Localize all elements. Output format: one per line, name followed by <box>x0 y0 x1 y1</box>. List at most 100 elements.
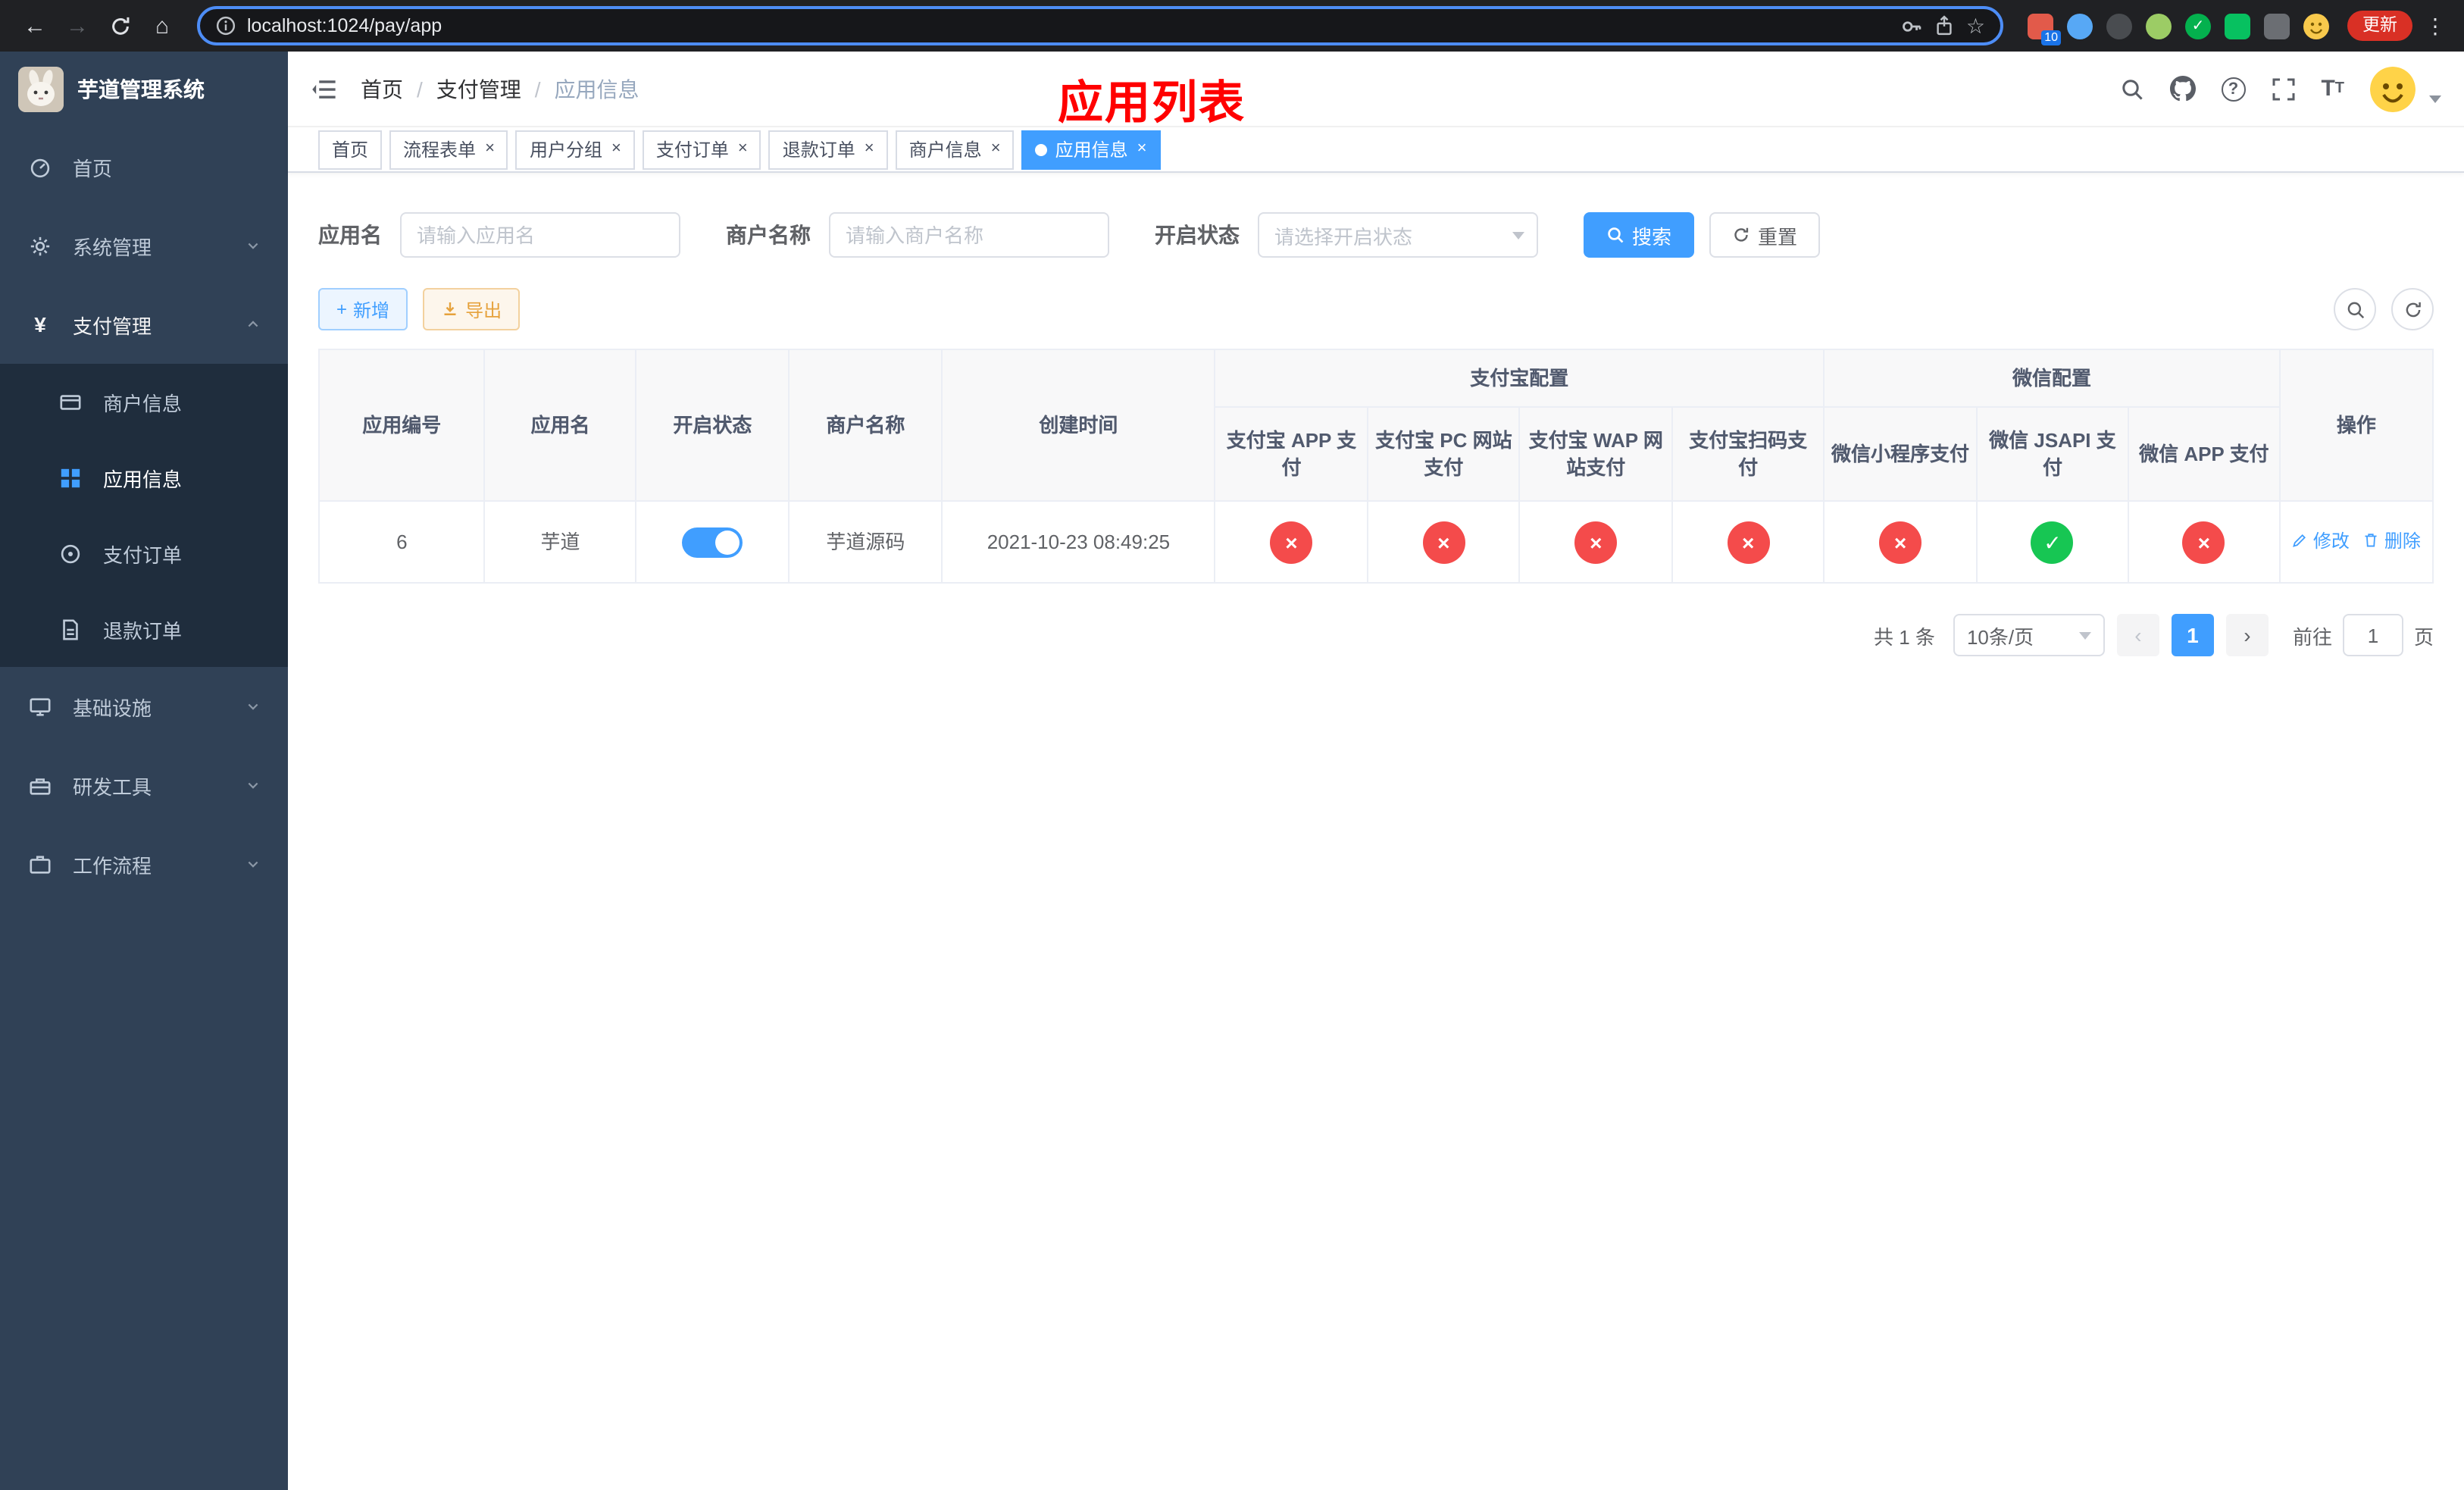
tab-label: 流程表单 <box>403 139 477 161</box>
tab-close-icon[interactable]: × <box>991 140 1001 158</box>
extension-icon[interactable]: 10 <box>2028 13 2061 45</box>
emoji-extension-icon[interactable] <box>2303 13 2329 39</box>
cell-wx-app: × <box>2127 500 2281 584</box>
tab-close-icon[interactable]: × <box>738 140 748 158</box>
password-key-icon[interactable] <box>1901 14 1924 37</box>
sidebar-item-payment-orders[interactable]: 支付订单 <box>0 515 288 591</box>
tab-label: 商户信息 <box>908 139 982 161</box>
sidebar-item-label: 应用信息 <box>103 468 183 490</box>
tab-label: 首页 <box>332 139 369 161</box>
url-text: localhost:1024/pay/app <box>247 15 442 36</box>
share-icon[interactable] <box>1934 15 1956 36</box>
app-name-input[interactable] <box>400 212 680 258</box>
font-size-icon[interactable]: TT <box>2321 76 2344 102</box>
sidebar-item-infrastructure[interactable]: 基础设施 <box>0 667 288 746</box>
pencil-icon <box>2293 534 2306 548</box>
col-wx-mini: 微信小程序支付 <box>1823 406 1978 502</box>
tab-home[interactable]: 首页 <box>318 130 383 169</box>
extension-icon[interactable] <box>2225 13 2250 39</box>
tab-close-icon[interactable]: × <box>485 140 495 158</box>
prev-page-button[interactable]: ‹ <box>2116 614 2159 656</box>
col-merchant: 商户名称 <box>788 349 943 502</box>
tab-merchant-info[interactable]: 商户信息 × <box>895 130 1015 169</box>
page-number-button[interactable]: 1 <box>2171 614 2214 656</box>
avatar-dropdown-caret[interactable] <box>2429 95 2441 102</box>
extension-icon[interactable] <box>2264 13 2290 39</box>
status-toggle[interactable] <box>682 527 743 557</box>
search-button-label: 搜索 <box>1632 225 1672 248</box>
group-alipay-config: 支付宝配置 <box>1214 349 1825 408</box>
github-icon[interactable] <box>2169 76 2196 102</box>
next-page-button[interactable]: › <box>2225 614 2269 656</box>
fullscreen-icon[interactable] <box>2271 77 2295 101</box>
merchant-name-input[interactable] <box>829 212 1109 258</box>
col-alipay-wap: 支付宝 WAP 网站支付 <box>1518 406 1674 502</box>
browser-back-button[interactable]: ← <box>15 6 55 45</box>
cell-status <box>635 500 790 584</box>
address-bar[interactable]: localhost:1024/pay/app ☆ <box>197 6 2003 45</box>
goto-prefix: 前往 <box>2292 625 2332 648</box>
goto-page-input[interactable] <box>2342 614 2403 656</box>
tab-label: 退款订单 <box>782 139 855 161</box>
breadcrumb: 首页 / 支付管理 / 应用信息 <box>361 74 639 104</box>
chrome-update-button[interactable]: 更新 <box>2347 11 2412 41</box>
bookmark-star-icon[interactable]: ☆ <box>1966 13 1985 39</box>
search-icon[interactable] <box>2119 77 2143 101</box>
sidebar-item-payment[interactable]: ¥ 支付管理 <box>0 285 288 364</box>
tab-payment-orders[interactable]: 支付订单 × <box>642 130 761 169</box>
sidebar-item-refund-orders[interactable]: 退款订单 <box>0 591 288 667</box>
refresh-icon <box>2405 301 2420 317</box>
tab-app-info[interactable]: 应用信息 × <box>1021 130 1161 169</box>
browser-home-button[interactable]: ⌂ <box>142 6 182 45</box>
toggle-search-button[interactable] <box>2334 288 2376 330</box>
table-row: 6 芋道 芋道源码 2021-10-23 08:49:25 × × × × × <box>317 500 2434 584</box>
trash-icon <box>2366 534 2378 547</box>
sidebar-item-dev-tools[interactable]: 研发工具 <box>0 746 288 825</box>
breadcrumb-separator: / <box>534 77 541 101</box>
browser-reload-button[interactable] <box>100 6 139 45</box>
export-button-label: 导出 <box>465 299 502 321</box>
download-icon <box>444 302 456 315</box>
sidebar-item-label: 基础设施 <box>73 696 152 719</box>
page-size-select[interactable]: 10条/页 <box>1953 614 2105 656</box>
help-icon[interactable]: ? <box>2221 77 2246 101</box>
extension-icon[interactable] <box>2106 13 2132 39</box>
status-select[interactable]: 请选择开启状态 <box>1258 212 1538 258</box>
add-button[interactable]: + 新增 <box>318 288 408 330</box>
sidebar-item-workflow[interactable]: 工作流程 <box>0 825 288 903</box>
sidebar-item-merchant-info[interactable]: 商户信息 <box>0 364 288 440</box>
chevron-down-icon <box>245 238 261 253</box>
tab-close-icon[interactable]: × <box>611 140 621 158</box>
export-button[interactable]: 导出 <box>423 288 521 330</box>
tab-close-icon[interactable]: × <box>1137 140 1147 158</box>
reset-button[interactable]: 重置 <box>1709 212 1821 258</box>
chevron-down-icon <box>2078 631 2091 639</box>
browser-forward-button[interactable]: → <box>58 6 97 45</box>
delete-link[interactable]: 删除 <box>2363 527 2421 555</box>
search-button[interactable]: 搜索 <box>1584 212 1695 258</box>
col-alipay-pc: 支付宝 PC 网站支付 <box>1367 406 1521 502</box>
extension-icon[interactable]: ✓ <box>2185 13 2211 39</box>
extension-icon[interactable] <box>2067 13 2093 39</box>
document-icon <box>58 618 83 640</box>
breadcrumb-payment[interactable]: 支付管理 <box>436 74 521 104</box>
tab-close-icon[interactable]: × <box>865 140 874 158</box>
sidebar-item-home[interactable]: 首页 <box>0 127 288 206</box>
tab-refund-orders[interactable]: 退款订单 × <box>768 130 888 169</box>
gear-icon <box>27 234 53 257</box>
extension-icon[interactable] <box>2146 13 2172 39</box>
tab-user-group[interactable]: 用户分组 × <box>515 130 635 169</box>
browser-menu-icon[interactable]: ⋮ <box>2422 13 2449 39</box>
breadcrumb-home[interactable]: 首页 <box>361 74 403 104</box>
tab-process-form[interactable]: 流程表单 × <box>389 130 508 169</box>
sidebar-collapse-button[interactable] <box>311 75 338 102</box>
sidebar-item-label: 退款订单 <box>103 619 183 642</box>
toolbox-icon <box>27 774 53 797</box>
site-info-icon[interactable] <box>215 15 236 36</box>
app-logo-row[interactable]: 芋道管理系统 <box>0 52 288 127</box>
sidebar-item-system[interactable]: 系统管理 <box>0 206 288 285</box>
sidebar-item-app-info[interactable]: 应用信息 <box>0 440 288 515</box>
user-avatar[interactable] <box>2370 66 2416 111</box>
edit-link[interactable]: 修改 <box>2292 527 2350 555</box>
refresh-table-button[interactable] <box>2391 288 2434 330</box>
